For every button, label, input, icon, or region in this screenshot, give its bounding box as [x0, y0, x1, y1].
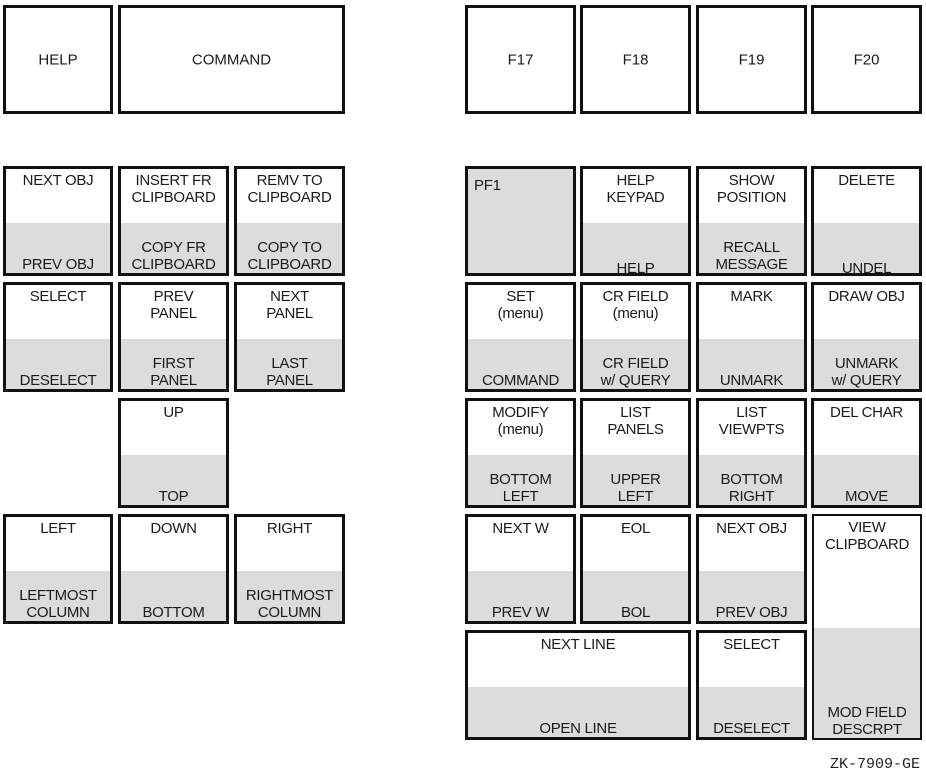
select-key[interactable]: SELECT DESELECT — [3, 282, 113, 392]
keypad-4-key[interactable]: MODIFY (menu) BOTTOM LEFT — [465, 398, 576, 508]
key-bottom-label: LAST PANEL — [266, 355, 313, 389]
key-top-label: SELECT — [723, 636, 780, 653]
insert-here-key[interactable]: INSERT FR CLIPBOARD COPY FR CLIPBOARD — [118, 166, 229, 276]
remove-key[interactable]: REMV TO CLIPBOARD COPY TO CLIPBOARD — [234, 166, 345, 276]
key-bottom-label: TOP — [158, 488, 189, 505]
keypad-8-key[interactable]: CR FIELD (menu) CR FIELD w/ QUERY — [580, 282, 691, 392]
key-bottom-label: PREV OBJ — [22, 256, 94, 273]
key-top-label: SELECT — [29, 288, 87, 305]
key-bottom-label: OPEN LINE — [539, 720, 617, 737]
key-top-label: NEXT PANEL — [266, 288, 313, 322]
pf3-key[interactable]: SHOW POSITION RECALL MESSAGE — [696, 166, 807, 276]
key-bottom-label: COMMAND — [481, 372, 560, 389]
key-bottom-label: UNMARK — [719, 372, 784, 389]
key-top-label: UP — [163, 404, 184, 421]
keypad-5-key[interactable]: LIST PANELS UPPER LEFT — [580, 398, 691, 508]
key-top-label: DELETE — [838, 172, 895, 189]
key-bottom-label: RECALL MESSAGE — [715, 239, 788, 273]
key-bottom-label: COPY FR CLIPBOARD — [131, 239, 216, 273]
left-arrow-key[interactable]: LEFT LEFTMOST COLUMN — [3, 514, 113, 624]
key-top-label: NEXT OBJ — [22, 172, 94, 189]
help-key[interactable]: HELP — [3, 5, 113, 114]
key-bottom-label: BOTTOM RIGHT — [720, 471, 783, 505]
f18-key[interactable]: F18 — [580, 5, 691, 114]
down-arrow-key[interactable]: DOWN BOTTOM — [118, 514, 229, 624]
key-bottom-label: FIRST PANEL — [150, 355, 197, 389]
key-bottom-label: MOVE — [845, 488, 888, 505]
key-bottom-label: BOTTOM LEFT — [489, 471, 552, 505]
key-top-label: SET (menu) — [497, 288, 544, 322]
keypad-enter-key[interactable]: VIEW CLIPBOARD MOD FIELD DESCRPT — [812, 514, 922, 740]
key-bottom-label: BOL — [620, 604, 651, 621]
f19-key[interactable]: F19 — [696, 5, 807, 114]
key-top-label: NEXT LINE — [540, 636, 616, 653]
key-top-label: NEXT W — [492, 520, 549, 537]
key-bottom-label: DESELECT — [713, 720, 790, 737]
prev-screen-key[interactable]: PREV PANEL FIRST PANEL — [118, 282, 229, 392]
next-screen-key[interactable]: NEXT PANEL LAST PANEL — [234, 282, 345, 392]
key-top-label: PF1 — [474, 177, 501, 194]
keypad-9-key[interactable]: MARK UNMARK — [696, 282, 807, 392]
key-top-label: LIST VIEWPTS — [718, 404, 785, 438]
pf2-key[interactable]: HELP KEYPAD HELP — [580, 166, 691, 276]
command-key-label: COMMAND — [191, 51, 272, 68]
key-top-label: VIEW CLIPBOARD — [825, 519, 909, 553]
keypad-6-key[interactable]: LIST VIEWPTS BOTTOM RIGHT — [696, 398, 807, 508]
f17-key[interactable]: F17 — [465, 5, 576, 114]
key-bottom-label: DESELECT — [19, 372, 97, 389]
keypad-0-key[interactable]: NEXT LINE OPEN LINE — [465, 630, 691, 740]
key-bottom-label: COPY TO CLIPBOARD — [247, 239, 332, 273]
key-bottom-label: PREV OBJ — [715, 604, 788, 621]
key-top-label: RIGHT — [266, 520, 313, 537]
key-bottom-label: BOTTOM — [142, 604, 205, 621]
key-top-label: REMV TO CLIPBOARD — [247, 172, 332, 206]
keypad-3-key[interactable]: NEXT OBJ PREV OBJ — [696, 514, 807, 624]
key-top-label: HELP KEYPAD — [606, 172, 665, 206]
command-key[interactable]: COMMAND — [118, 5, 345, 114]
key-top-label: SHOW POSITION — [716, 172, 787, 206]
key-bottom-label: UNMARK w/ QUERY — [831, 355, 902, 389]
keypad-comma-key[interactable]: DEL CHAR MOVE — [811, 398, 922, 508]
keypad-minus-key[interactable]: DRAW OBJ UNMARK w/ QUERY — [811, 282, 922, 392]
find-key[interactable]: NEXT OBJ PREV OBJ — [3, 166, 113, 276]
keypad-7-key[interactable]: SET (menu) COMMAND — [465, 282, 576, 392]
key-top-label: DRAW OBJ — [828, 288, 905, 305]
pf1-key[interactable]: PF1 — [465, 166, 576, 276]
key-top-label: EOL — [620, 520, 651, 537]
f17-key-label: F17 — [507, 51, 534, 68]
key-bottom-label: PREV W — [491, 604, 550, 621]
f20-key[interactable]: F20 — [811, 5, 922, 114]
key-bottom-label: UPPER LEFT — [610, 471, 661, 505]
keypad-1-key[interactable]: NEXT W PREV W — [465, 514, 576, 624]
key-bottom-label: CR FIELD w/ QUERY — [600, 355, 671, 389]
key-top-label: PREV PANEL — [150, 288, 197, 322]
f18-key-label: F18 — [622, 51, 649, 68]
key-top-label: DOWN — [150, 520, 197, 537]
key-top-label: NEXT OBJ — [716, 520, 787, 537]
figure-caption-id: ZK-7909-GE — [829, 756, 920, 773]
key-top-label: LEFT — [40, 520, 76, 537]
right-arrow-key[interactable]: RIGHT RIGHTMOST COLUMN — [234, 514, 345, 624]
key-bottom-label: RIGHTMOST COLUMN — [245, 587, 334, 621]
keypad-period-key[interactable]: SELECT DESELECT — [696, 630, 807, 740]
pf4-key[interactable]: DELETE UNDEL — [811, 166, 922, 276]
key-top-label: CR FIELD (menu) — [602, 288, 669, 322]
f20-key-label: F20 — [853, 51, 880, 68]
key-bottom-label: LEFTMOST COLUMN — [19, 587, 97, 621]
key-top-label: MARK — [730, 288, 773, 305]
key-top-label: LIST PANELS — [607, 404, 664, 438]
key-bottom-label: HELP — [616, 260, 655, 276]
key-bottom-label: MOD FIELD DESCRPT — [827, 704, 907, 738]
key-top-label: INSERT FR CLIPBOARD — [131, 172, 216, 206]
key-bottom-label: UNDEL — [841, 260, 892, 276]
key-top-label: DEL CHAR — [830, 404, 903, 421]
keypad-2-key[interactable]: EOL BOL — [580, 514, 691, 624]
f19-key-label: F19 — [738, 51, 765, 68]
up-arrow-key[interactable]: UP TOP — [118, 398, 229, 508]
key-top-label: MODIFY (menu) — [492, 404, 549, 438]
help-key-label: HELP — [38, 51, 78, 68]
